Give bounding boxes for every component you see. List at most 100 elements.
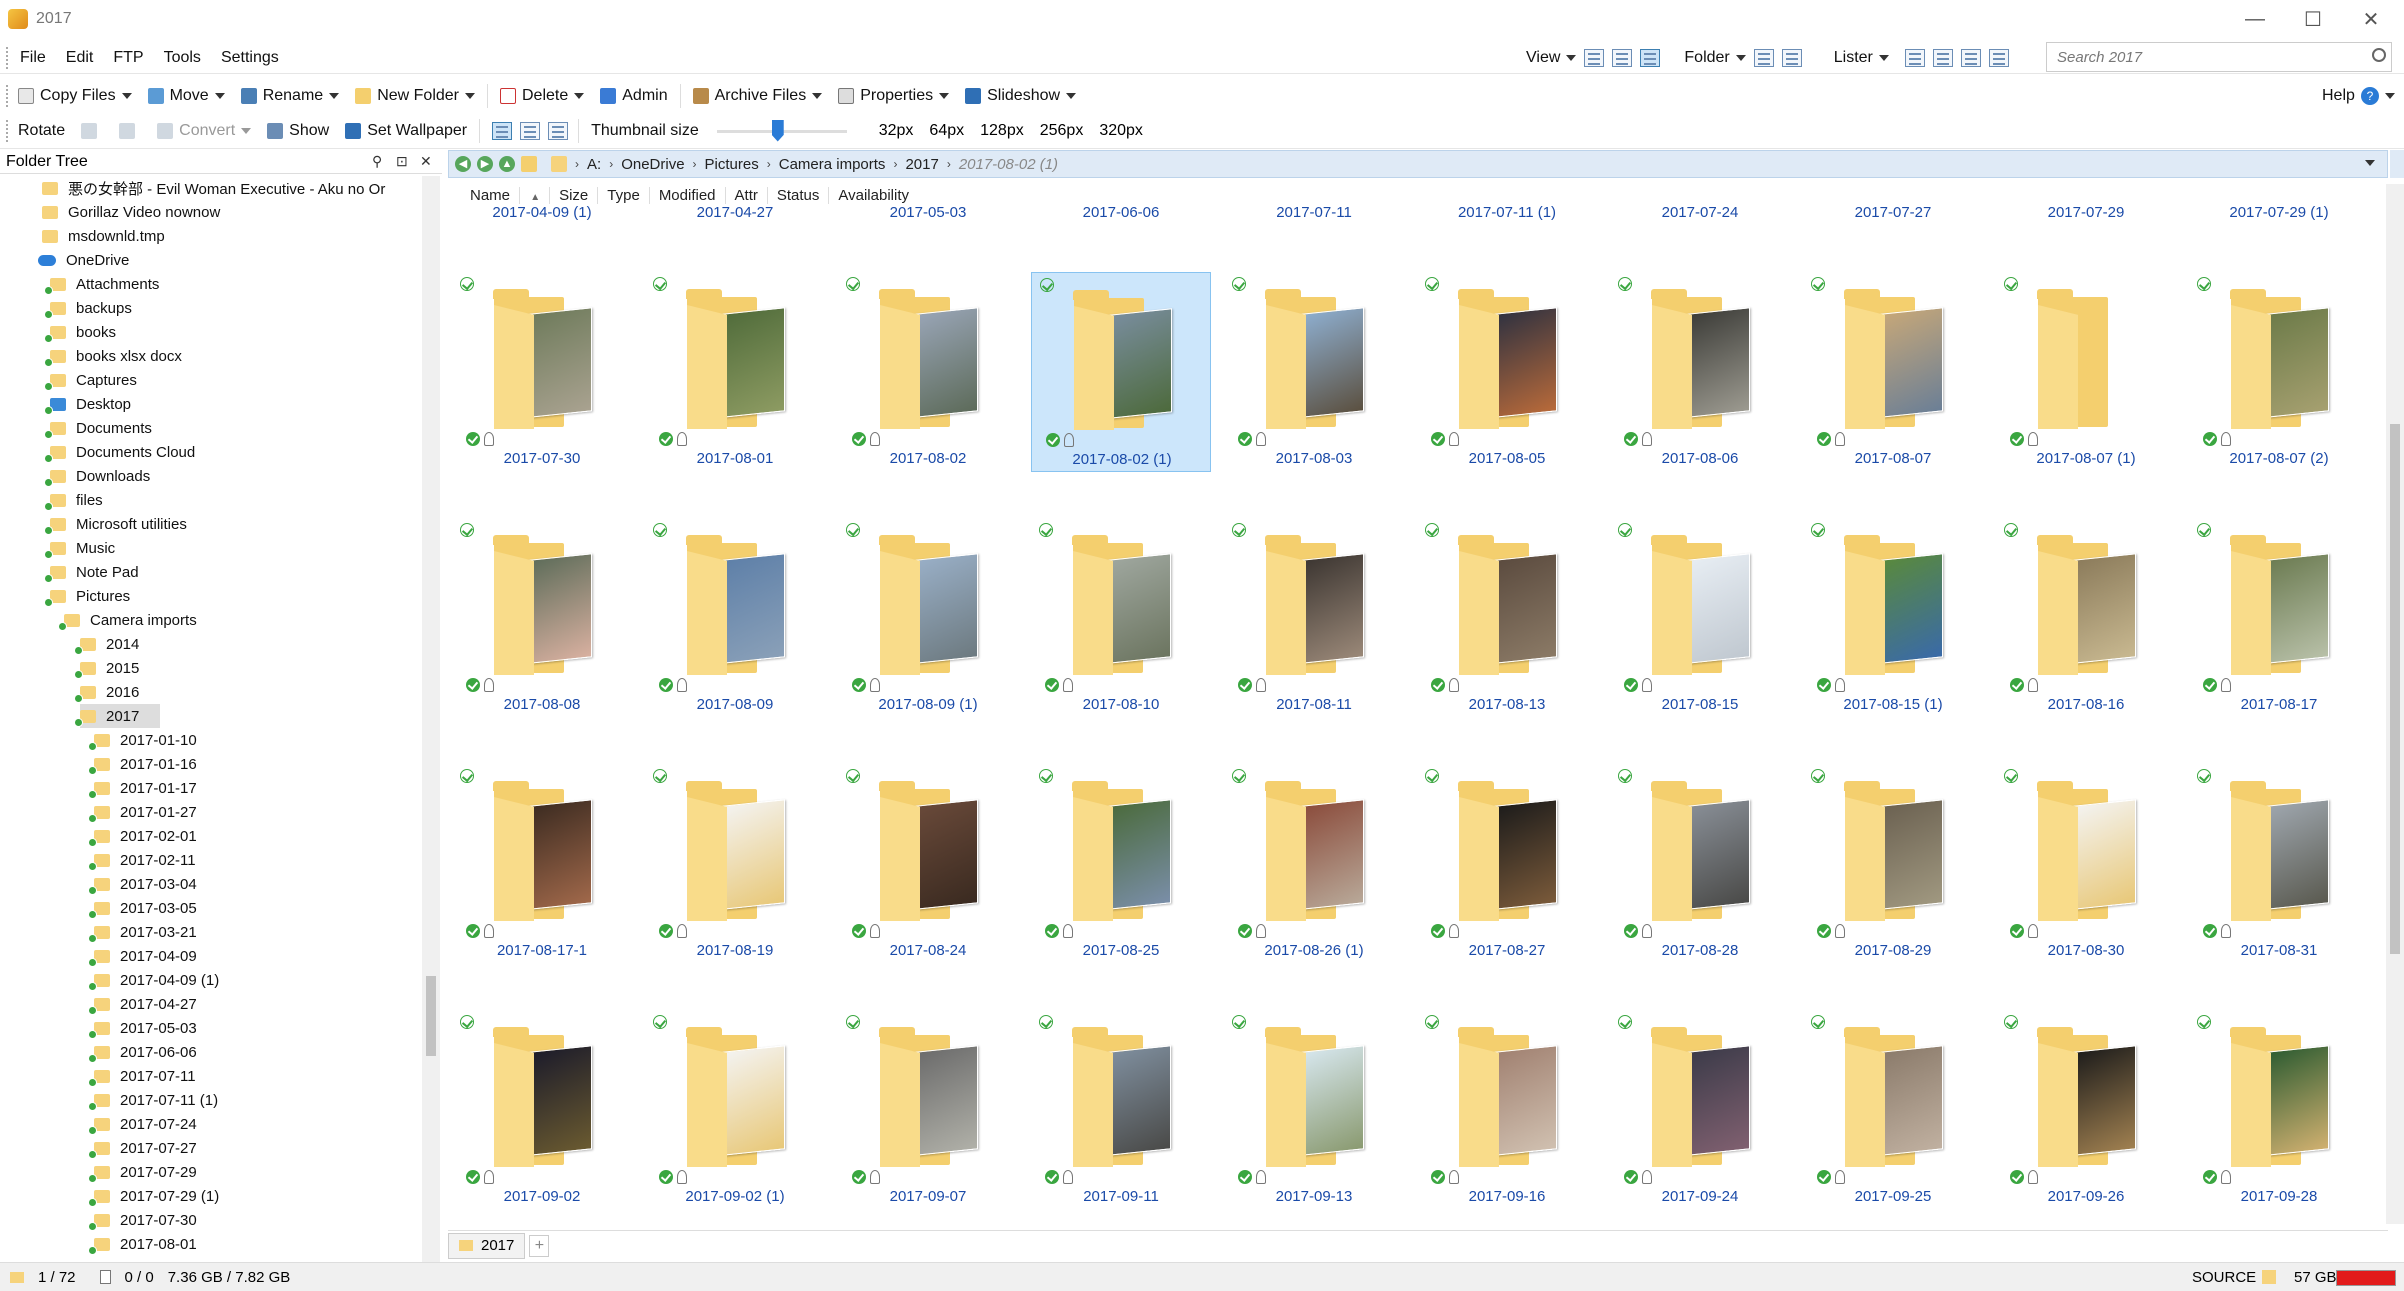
- search-icon[interactable]: ⚲: [372, 154, 386, 168]
- folder-label[interactable]: 2017-07-11: [1224, 204, 1404, 221]
- tree-item[interactable]: 2017-03-04: [88, 872, 197, 896]
- tree-item[interactable]: 2017-07-11: [88, 1064, 196, 1088]
- tree-item[interactable]: 2017-07-24: [88, 1112, 197, 1136]
- tree-item[interactable]: OneDrive: [38, 248, 129, 272]
- convert-button[interactable]: Convert: [149, 116, 259, 146]
- details-view-icon[interactable]: [1584, 49, 1605, 67]
- tree-item[interactable]: 2016: [74, 680, 139, 704]
- back-icon[interactable]: ◀: [455, 156, 471, 172]
- tree-item[interactable]: 2017-03-21: [88, 920, 197, 944]
- checkbox-icon[interactable]: [1232, 523, 1246, 537]
- tree-item[interactable]: Attachments: [44, 272, 159, 296]
- search-icon[interactable]: [2372, 48, 2386, 62]
- minimize-button[interactable]: —: [2226, 0, 2284, 38]
- folder-label[interactable]: 2017-07-29 (1): [2189, 204, 2369, 221]
- menu-settings[interactable]: Settings: [211, 49, 289, 67]
- folder-thumbnail[interactable]: 2017-09-26: [1996, 1010, 2176, 1210]
- checkbox-icon[interactable]: [846, 1015, 860, 1029]
- folder-thumbnail[interactable]: 2017-08-07 (2): [2189, 272, 2369, 472]
- help-button[interactable]: Help?: [2314, 81, 2403, 111]
- checkbox-icon[interactable]: [653, 1015, 667, 1029]
- folder-thumbnail[interactable]: 2017-08-07: [1803, 272, 1983, 472]
- checkbox-icon[interactable]: [1811, 523, 1825, 537]
- folder-thumbnail[interactable]: 2017-08-08: [452, 518, 632, 718]
- folder-thumbnail[interactable]: 2017-08-31: [2189, 764, 2369, 964]
- tree-item[interactable]: 2017-07-27: [88, 1136, 197, 1160]
- breadcrumb-camera-imports[interactable]: Camera imports: [779, 156, 886, 173]
- checkbox-icon[interactable]: [2004, 769, 2018, 783]
- tree-item[interactable]: 2017-01-16: [88, 752, 197, 776]
- menu-edit[interactable]: Edit: [56, 49, 104, 67]
- checkbox-icon[interactable]: [460, 769, 474, 783]
- column-modified[interactable]: Modified: [650, 186, 726, 204]
- tree-item[interactable]: books xlsx docx: [44, 344, 182, 368]
- rename-button[interactable]: Rename: [233, 81, 347, 111]
- checkbox-icon[interactable]: [460, 523, 474, 537]
- folder-thumbnail[interactable]: 2017-08-15 (1): [1803, 518, 1983, 718]
- tab-2017[interactable]: 2017: [448, 1232, 526, 1259]
- tree-item[interactable]: 2017-01-17: [88, 776, 197, 800]
- checkbox-icon[interactable]: [653, 769, 667, 783]
- folder-thumbnail[interactable]: 2017-08-29: [1803, 764, 1983, 964]
- tree-item[interactable]: 2017-03-05: [88, 896, 197, 920]
- checkbox-icon[interactable]: [846, 769, 860, 783]
- tree-item[interactable]: Pictures: [44, 584, 130, 608]
- rotate-left-button[interactable]: [73, 116, 111, 146]
- folder-thumbnail[interactable]: 2017-08-11: [1224, 518, 1404, 718]
- checkbox-icon[interactable]: [1040, 278, 1054, 292]
- list-view-icon[interactable]: [1612, 49, 1633, 67]
- checkbox-icon[interactable]: [1618, 523, 1632, 537]
- folder-layout-icon[interactable]: [1781, 49, 1802, 67]
- folder-thumbnail[interactable]: 2017-08-07 (1): [1996, 272, 2176, 472]
- checkbox-icon[interactable]: [2197, 1015, 2211, 1029]
- forward-icon[interactable]: ▶: [477, 156, 493, 172]
- lister-dual-icon[interactable]: [1932, 49, 1953, 67]
- checkbox-icon[interactable]: [653, 277, 667, 291]
- thumb-layout-2-icon[interactable]: [520, 121, 541, 140]
- thumb-layout-3-icon[interactable]: [548, 121, 569, 140]
- folder-thumbnail[interactable]: 2017-09-25: [1803, 1010, 1983, 1210]
- folder-label[interactable]: 2017-07-24: [1610, 204, 1790, 221]
- menu-tools[interactable]: Tools: [154, 49, 211, 67]
- close-icon[interactable]: ✕: [420, 154, 434, 168]
- favorites-icon[interactable]: [521, 156, 537, 172]
- tree-item[interactable]: 2017-01-27: [88, 800, 197, 824]
- folder-thumbnail[interactable]: 2017-09-02: [452, 1010, 632, 1210]
- slider-thumb[interactable]: [771, 119, 784, 142]
- folder-tree[interactable]: 悪の女幹部 - Evil Woman Executive - Aku no Or…: [0, 176, 422, 1268]
- grid-vertical-scrollbar[interactable]: [2386, 184, 2404, 1224]
- tree-vertical-scrollbar[interactable]: [422, 176, 440, 1268]
- pin-icon[interactable]: ⊡: [396, 154, 410, 168]
- menu-ftp[interactable]: FTP: [103, 49, 153, 67]
- slideshow-button[interactable]: Slideshow: [957, 81, 1084, 111]
- tree-item[interactable]: Captures: [44, 368, 137, 392]
- admin-button[interactable]: Admin: [592, 81, 675, 111]
- tree-item[interactable]: Note Pad: [44, 560, 139, 584]
- folder-label[interactable]: 2017-07-29: [1996, 204, 2176, 221]
- folder-thumbnail[interactable]: 2017-09-28: [2189, 1010, 2369, 1210]
- checkbox-icon[interactable]: [1425, 523, 1439, 537]
- up-icon[interactable]: ▲: [499, 156, 515, 172]
- folder-thumbnail[interactable]: 2017-08-02 (1): [1031, 272, 1211, 472]
- column-attr[interactable]: Attr: [726, 186, 768, 204]
- column-name[interactable]: Name ▲: [452, 186, 551, 204]
- folder-thumbnail[interactable]: 2017-08-26 (1): [1224, 764, 1404, 964]
- breadcrumb-pictures[interactable]: Pictures: [705, 156, 759, 173]
- delete-button[interactable]: Delete: [492, 81, 592, 111]
- close-button[interactable]: ✕: [2342, 0, 2400, 38]
- tree-item[interactable]: books: [44, 320, 116, 344]
- checkbox-icon[interactable]: [1618, 1015, 1632, 1029]
- checkbox-icon[interactable]: [1039, 523, 1053, 537]
- tree-item[interactable]: 2017-04-09: [88, 944, 197, 968]
- folder-thumbnail[interactable]: 2017-08-13: [1417, 518, 1597, 718]
- tree-item[interactable]: 悪の女幹部 - Evil Woman Executive - Aku no Or: [42, 176, 385, 200]
- lister-tree-icon[interactable]: [1960, 49, 1981, 67]
- tree-item[interactable]: 2014: [74, 632, 139, 656]
- checkbox-icon[interactable]: [2004, 1015, 2018, 1029]
- folder-thumbnail[interactable]: 2017-09-13: [1224, 1010, 1404, 1210]
- tree-item[interactable]: 2017-08-01: [88, 1232, 197, 1256]
- tree-item[interactable]: 2017-07-30: [88, 1208, 197, 1232]
- folder-thumbnail[interactable]: 2017-08-09: [645, 518, 825, 718]
- checkbox-icon[interactable]: [1232, 277, 1246, 291]
- folder-thumbnail[interactable]: 2017-08-09 (1): [838, 518, 1018, 718]
